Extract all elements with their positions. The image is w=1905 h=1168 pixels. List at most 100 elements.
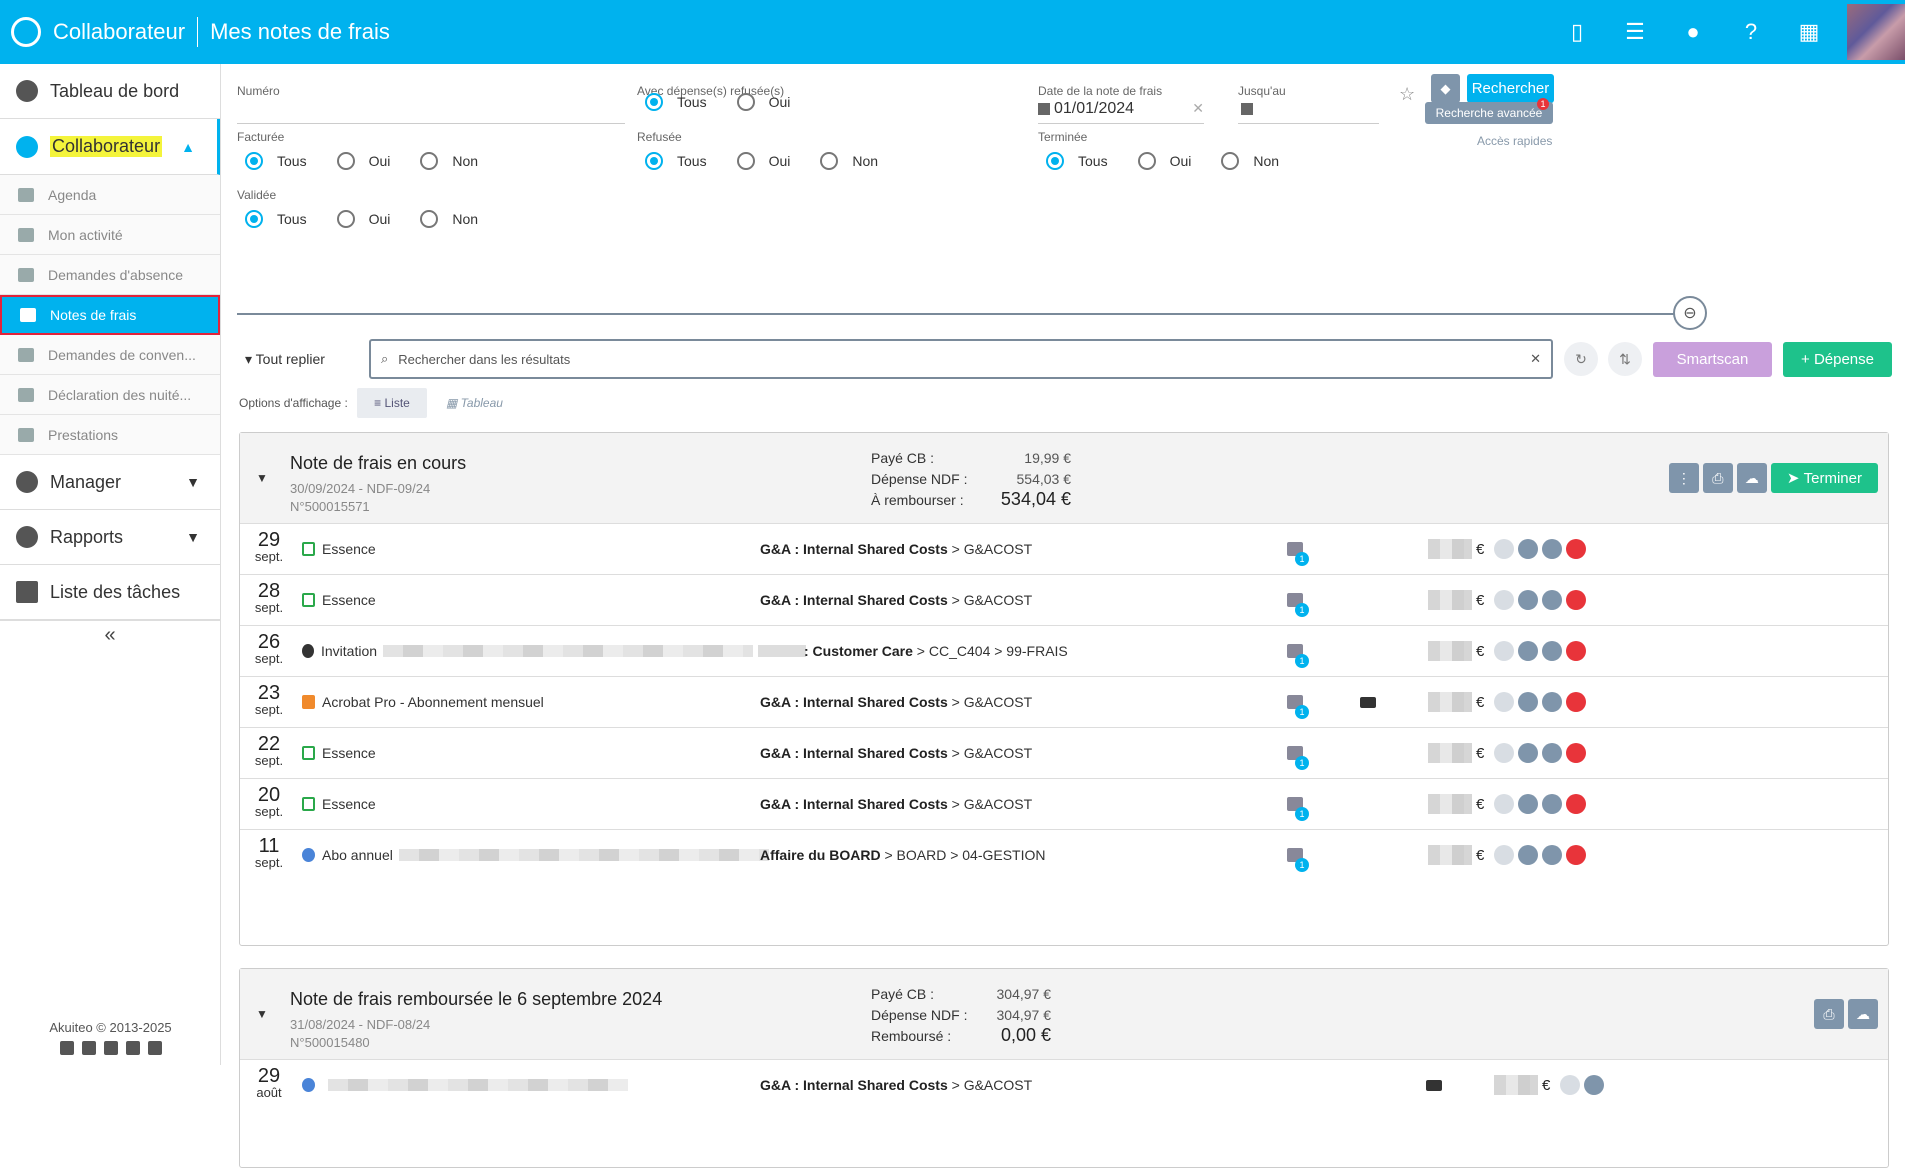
view-icon[interactable] — [1494, 692, 1514, 712]
toggle-filters-button[interactable]: ⊖ — [1673, 296, 1707, 330]
expense-row[interactable]: 28 sept. Essence G&A : Internal Shared Cost… — [240, 574, 1888, 625]
print-button[interactable]: ⎙ — [1702, 463, 1733, 493]
view-icon[interactable] — [1494, 590, 1514, 610]
collapse-sidebar-button[interactable]: « — [0, 620, 220, 650]
sidebar-item-absence[interactable]: Demandes d'absence — [0, 255, 220, 295]
view-icon[interactable] — [1494, 794, 1514, 814]
download-button[interactable]: ☁ — [1736, 463, 1767, 493]
attachment-icon[interactable]: 1 — [1287, 797, 1309, 821]
eraser-button[interactable]: ◆ — [1431, 74, 1460, 103]
copy-icon[interactable] — [1542, 590, 1562, 610]
smartscan-button[interactable]: Smartscan — [1653, 342, 1772, 377]
sidebar-item-agenda[interactable]: Agenda — [0, 175, 220, 215]
view-icon[interactable] — [1560, 1075, 1580, 1095]
expense-row[interactable]: 11 sept. Abo annuel Affaire du BOARD > BOAR… — [240, 829, 1888, 880]
download-button[interactable]: ☁ — [1848, 999, 1878, 1029]
collapse-all-button[interactable]: ▾ Tout replier — [245, 351, 325, 368]
copy-icon[interactable] — [1542, 743, 1562, 763]
view-icon[interactable] — [1494, 743, 1514, 763]
radio-yes[interactable]: Oui — [736, 152, 790, 170]
lightbulb-icon[interactable]: ● — [1677, 16, 1709, 48]
advanced-search-button[interactable]: Recherche avancée — [1425, 102, 1553, 124]
chart-icon[interactable] — [59, 1041, 74, 1055]
toggle-icon[interactable]: ▼ — [256, 471, 268, 485]
view-icon[interactable] — [1494, 539, 1514, 559]
facebook-icon[interactable] — [125, 1041, 140, 1055]
copy-icon[interactable] — [1542, 845, 1562, 865]
delete-icon[interactable] — [1566, 743, 1586, 763]
sidebar-item-expenses[interactable]: Notes de frais — [0, 295, 220, 335]
radio-no[interactable]: Non — [420, 152, 478, 170]
view-icon[interactable] — [1494, 641, 1514, 661]
sidebar-item-collaborateur[interactable]: Collaborateur ▲ — [0, 119, 220, 175]
add-expense-button[interactable]: + Dépense — [1783, 342, 1892, 377]
arrow-right-icon[interactable] — [1518, 743, 1538, 763]
view-table-button[interactable]: ▦ Tableau — [446, 396, 503, 410]
expense-row[interactable]: 29 août G&A : Internal Shared Costs > G&A… — [240, 1059, 1888, 1110]
delete-icon[interactable] — [1566, 845, 1586, 865]
numero-input[interactable] — [237, 94, 625, 124]
clear-icon[interactable]: ✕ — [1192, 100, 1204, 117]
sidebar-item-agreements[interactable]: Demandes de conven... — [0, 335, 220, 375]
finish-button[interactable]: ➤ Terminer — [1770, 463, 1878, 493]
radio-no[interactable]: Non — [820, 152, 878, 170]
sidebar-item-reports[interactable]: Rapports ▼ — [0, 510, 220, 565]
delete-icon[interactable] — [1566, 794, 1586, 814]
delete-icon[interactable] — [1566, 590, 1586, 610]
radio-all[interactable]: Tous — [245, 152, 307, 170]
expense-row[interactable]: 23 sept. Acrobat Pro - Abonnement mensuel G… — [240, 676, 1888, 727]
arrow-right-icon[interactable] — [1518, 539, 1538, 559]
view-list-button[interactable]: ≡ Liste — [357, 388, 427, 418]
arrow-right-icon[interactable] — [1518, 641, 1538, 661]
radio-yes[interactable]: Oui — [736, 93, 790, 111]
sidebar-item-manager[interactable]: Manager ▼ — [0, 455, 220, 510]
delete-icon[interactable] — [1566, 641, 1586, 661]
sliders-icon[interactable]: ☰ — [1619, 16, 1651, 48]
copy-icon[interactable] — [1542, 794, 1562, 814]
sidebar-item-dashboard[interactable]: Tableau de bord — [0, 64, 220, 119]
linkedin-icon[interactable] — [103, 1041, 118, 1055]
copy-icon[interactable] — [1584, 1075, 1604, 1095]
sort-button[interactable]: ⇅ — [1608, 342, 1642, 376]
radio-all[interactable]: Tous — [1046, 152, 1108, 170]
attachment-icon[interactable]: 1 — [1287, 695, 1309, 719]
more-button[interactable]: ⋮ — [1668, 463, 1699, 493]
radio-yes[interactable]: Oui — [336, 152, 390, 170]
delete-icon[interactable] — [1566, 539, 1586, 559]
radio-no[interactable]: Non — [1221, 152, 1279, 170]
expense-row[interactable]: 29 sept. Essence G&A : Internal Shared Cost… — [240, 523, 1888, 574]
copy-icon[interactable] — [1542, 641, 1562, 661]
mobile-icon[interactable]: ▯ — [1561, 16, 1593, 48]
delete-icon[interactable] — [1566, 692, 1586, 712]
view-icon[interactable] — [1494, 845, 1514, 865]
toggle-icon[interactable]: ▼ — [256, 1007, 268, 1021]
copy-icon[interactable] — [1542, 692, 1562, 712]
until-input[interactable] — [1238, 94, 1379, 124]
sidebar-item-tasks[interactable]: Liste des tâches — [0, 565, 220, 620]
attachment-icon[interactable]: 1 — [1287, 542, 1309, 566]
radio-all[interactable]: Tous — [645, 93, 707, 111]
instagram-icon[interactable] — [147, 1041, 162, 1055]
copy-icon[interactable] — [1542, 539, 1562, 559]
sidebar-item-nights[interactable]: Déclaration des nuité... — [0, 375, 220, 415]
radio-no[interactable]: Non — [420, 210, 478, 228]
radio-all[interactable]: Tous — [645, 152, 707, 170]
sidebar-item-activity[interactable]: Mon activité — [0, 215, 220, 255]
avatar[interactable] — [1847, 4, 1905, 60]
arrow-right-icon[interactable] — [1518, 692, 1538, 712]
radio-all[interactable]: Tous — [245, 210, 307, 228]
expense-row[interactable]: 26 sept. Invitation: Customer Care > CC_C4… — [240, 625, 1888, 676]
attachment-icon[interactable]: 1 — [1287, 848, 1309, 872]
print-button[interactable]: ⎙ — [1814, 999, 1844, 1029]
arrow-right-icon[interactable] — [1518, 590, 1538, 610]
quick-access-link[interactable]: Accès rapides — [1477, 134, 1552, 148]
attachment-icon[interactable]: 1 — [1287, 746, 1309, 770]
results-search-input[interactable]: ⌕ Rechercher dans les résultats ✕ — [369, 339, 1553, 379]
star-icon[interactable]: ☆ — [1399, 84, 1415, 105]
bluesky-icon[interactable] — [81, 1041, 96, 1055]
date-input[interactable]: 01/01/2024 ✕ — [1038, 94, 1204, 124]
expense-row[interactable]: 22 sept. Essence G&A : Internal Shared Cost… — [240, 727, 1888, 778]
help-icon[interactable]: ? — [1735, 16, 1767, 48]
radio-yes[interactable]: Oui — [336, 210, 390, 228]
sidebar-item-services[interactable]: Prestations — [0, 415, 220, 455]
